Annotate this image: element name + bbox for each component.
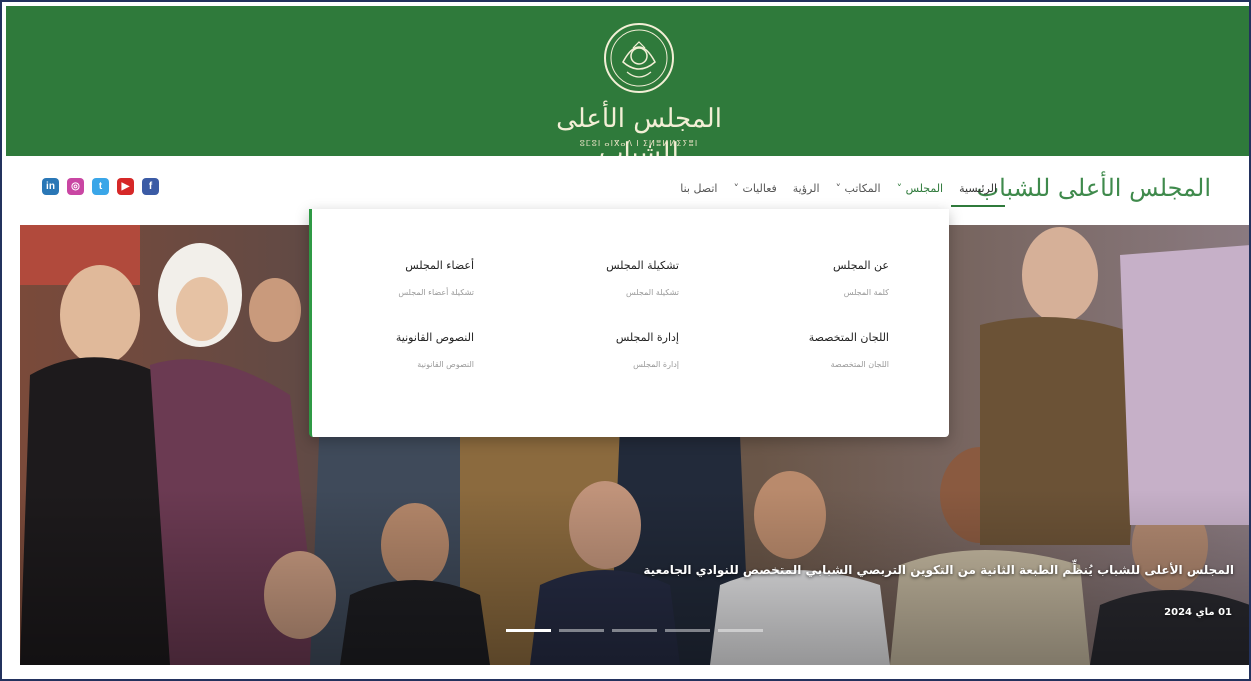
- dropdown-item-subtitle: النصوص القانونية: [417, 360, 474, 369]
- nav-logo[interactable]: المجلس الأعلى للشباب: [976, 174, 1212, 202]
- slider-indicator[interactable]: [559, 629, 604, 632]
- youtube-icon[interactable]: ▶: [117, 178, 134, 195]
- dropdown-item-title: تشكيلة المجلس: [606, 259, 679, 272]
- dropdown-item-about[interactable]: عن المجلس كلمة المجلس: [709, 259, 889, 297]
- council-dropdown-menu: عن المجلس كلمة المجلس تشكيلة المجلس تشكي…: [309, 209, 949, 437]
- slider-indicator[interactable]: [718, 629, 763, 632]
- hero-date: 01 ماي 2024: [1164, 607, 1232, 618]
- dropdown-item-title: إدارة المجلس: [615, 331, 679, 344]
- nav-item-contact[interactable]: اتصل بنا: [672, 176, 725, 207]
- hero-caption[interactable]: المجلس الأعلى للشباب يُنظِّم الطبعة الثا…: [643, 563, 1234, 577]
- twitter-icon[interactable]: t: [92, 178, 109, 195]
- top-banner: المجلس الأعلى للشباب ⵓⵎⵓⵏ ⴰⵏⴳⴰⴷ ⵏ ⵉⵍⴻⵍⵍⵉ…: [6, 6, 1249, 168]
- state-emblem-icon: [604, 23, 674, 93]
- nav-item-offices[interactable]: المكاتب ˅: [828, 176, 889, 207]
- slider-indicator[interactable]: [612, 629, 657, 632]
- dropdown-item-subtitle: تشكيلة أعضاء المجلس: [398, 288, 474, 297]
- dropdown-item-members[interactable]: أعضاء المجلس تشكيلة أعضاء المجلس: [294, 259, 474, 297]
- dropdown-item-formation[interactable]: تشكيلة المجلس تشكيلة المجلس: [499, 259, 679, 297]
- dropdown-item-subtitle: تشكيلة المجلس: [626, 288, 679, 297]
- nav-item-home[interactable]: الرئيسية: [951, 176, 1005, 207]
- banner-subtitle: ⵓⵎⵓⵏ ⴰⵏⴳⴰⴷ ⵏ ⵉⵍⴻⵍⵍⵉⵢⴻⵏ: [579, 139, 699, 148]
- facebook-icon[interactable]: f: [142, 178, 159, 195]
- dropdown-item-subtitle: اللجان المتخصصة: [830, 360, 889, 369]
- slider-indicator[interactable]: [506, 629, 551, 632]
- dropdown-item-title: اللجان المتخصصة: [808, 331, 889, 344]
- instagram-icon[interactable]: ◎: [67, 178, 84, 195]
- dropdown-item-subtitle: إدارة المجلس: [633, 360, 679, 369]
- page-frame: المجلس الأعلى للشباب ⵓⵎⵓⵏ ⴰⵏⴳⴰⴷ ⵏ ⵉⵍⴻⵍⵍⵉ…: [0, 0, 1251, 681]
- linkedin-icon[interactable]: in: [42, 178, 59, 195]
- nav-item-vision[interactable]: الرؤية: [785, 176, 828, 207]
- social-links: in ◎ t ▶ f: [42, 178, 159, 195]
- dropdown-item-committees[interactable]: اللجان المتخصصة اللجان المتخصصة: [709, 331, 889, 369]
- nav-item-council[interactable]: المجلس ˅: [889, 176, 952, 207]
- nav-item-events[interactable]: فعاليات ˅: [725, 176, 784, 207]
- nav-menu: الرئيسية المجلس ˅ المكاتب ˅ الرؤية فعالي…: [672, 176, 1005, 207]
- dropdown-item-title: النصوص القانونية: [395, 331, 474, 344]
- dropdown-item-subtitle: كلمة المجلس: [843, 288, 889, 297]
- slider-indicator[interactable]: [665, 629, 710, 632]
- dropdown-item-title: أعضاء المجلس: [405, 259, 474, 272]
- dropdown-item-legal-texts[interactable]: النصوص القانونية النصوص القانونية: [294, 331, 474, 369]
- dropdown-item-administration[interactable]: إدارة المجلس إدارة المجلس: [499, 331, 679, 369]
- slider-indicators: [506, 629, 763, 632]
- dropdown-item-title: عن المجلس: [833, 259, 889, 272]
